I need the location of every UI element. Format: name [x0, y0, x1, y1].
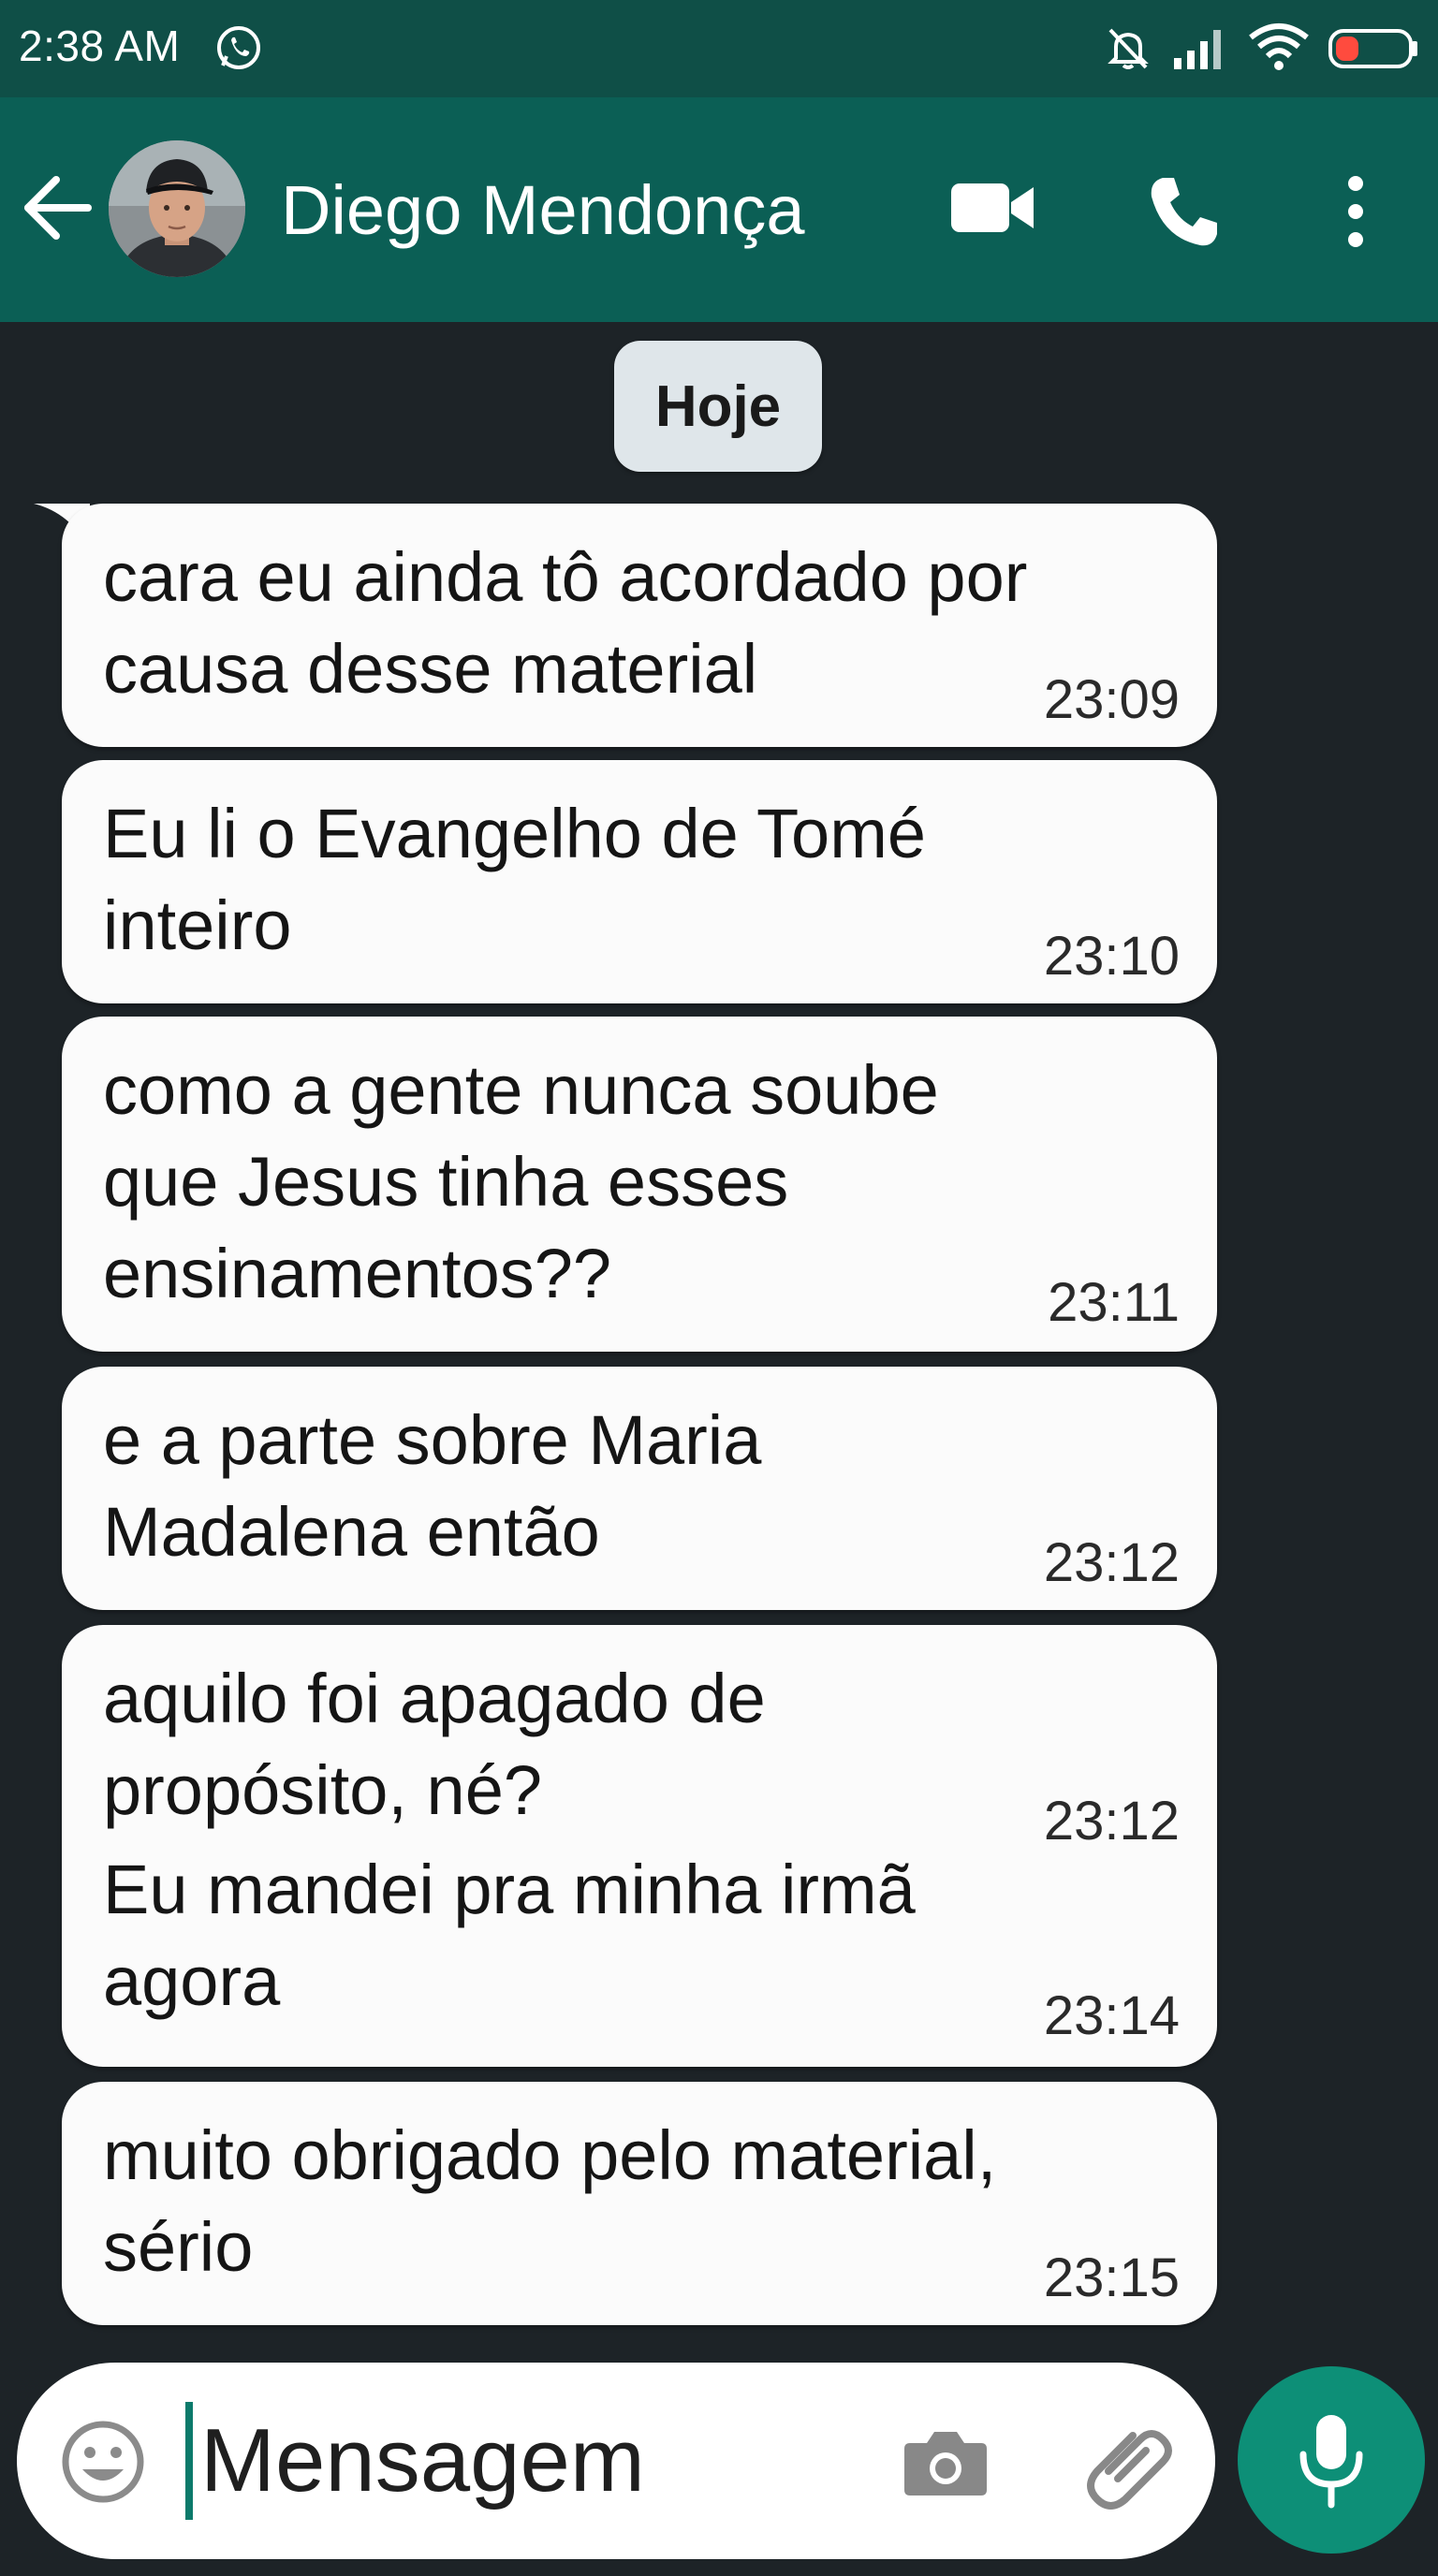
message-text: aquilo foi apagado de	[103, 1660, 766, 1737]
contact-name[interactable]: Diego Mendonça	[281, 170, 804, 250]
avatar-photo	[109, 140, 245, 277]
more-options-icon[interactable]	[1335, 172, 1376, 251]
text-cursor	[185, 2402, 193, 2520]
chat-screen: 2:38 AM Diego Mendonça Hoje cara eu aind…	[0, 0, 1438, 2576]
attach-icon[interactable]	[1080, 2413, 1185, 2518]
message-text: Eu mandei pra minha irmã	[103, 1851, 916, 1928]
video-call-icon[interactable]	[946, 174, 1039, 242]
whatsapp-icon	[217, 26, 260, 69]
message-text: inteiro	[103, 886, 292, 964]
message-composer	[17, 2363, 1215, 2559]
status-bar: 2:38 AM	[0, 0, 1438, 97]
message-text: causa desse material	[103, 630, 758, 708]
message-bubble[interactable]: cara eu ainda tô acordado por causa dess…	[62, 504, 1217, 747]
message-bubble[interactable]: e a parte sobre Maria Madalena então 23:…	[62, 1367, 1217, 1610]
signal-icon	[1174, 30, 1221, 69]
back-arrow-icon[interactable]	[21, 170, 95, 245]
message-text: que Jesus tinha esses	[103, 1143, 789, 1221]
date-chip: Hoje	[614, 341, 822, 472]
status-time: 2:38 AM	[19, 22, 181, 70]
message-text: propósito, né?	[103, 1751, 543, 1829]
message-text: muito obrigado pelo material,	[103, 2116, 997, 2194]
voice-record-button[interactable]	[1238, 2366, 1425, 2554]
message-time: 23:15	[1043, 2247, 1180, 2308]
message-bubble[interactable]: como a gente nunca soube que Jesus tinha…	[62, 1017, 1217, 1352]
message-bubble[interactable]: muito obrigado pelo material, sério 23:1…	[62, 2082, 1217, 2325]
message-time: 23:12	[1043, 1791, 1180, 1852]
message-bubble[interactable]: aquilo foi apagado de propósito, né? 23:…	[62, 1625, 1217, 2067]
mute-icon	[1108, 28, 1149, 69]
message-time: 23:14	[1043, 1985, 1180, 2046]
chat-header: Diego Mendonça	[0, 97, 1438, 322]
voice-call-icon[interactable]	[1144, 172, 1223, 251]
message-time: 23:11	[1048, 1272, 1180, 1333]
message-text: Eu li o Evangelho de Tomé	[103, 795, 927, 872]
message-text: agora	[103, 1942, 281, 2020]
message-text: como a gente nunca soube	[103, 1051, 939, 1129]
mic-icon	[1299, 2415, 1363, 2509]
avatar[interactable]	[109, 140, 245, 277]
wifi-icon	[1249, 23, 1309, 70]
message-time: 23:10	[1043, 926, 1180, 987]
message-input[interactable]	[200, 2409, 874, 2512]
emoji-icon[interactable]	[58, 2417, 148, 2507]
message-text: sério	[103, 2208, 254, 2286]
battery-icon	[1328, 29, 1417, 68]
message-time: 23:12	[1043, 1532, 1180, 1593]
message-text: e a parte sobre Maria	[103, 1401, 762, 1479]
message-bubble[interactable]: Eu li o Evangelho de Tomé inteiro 23:10	[62, 760, 1217, 1003]
message-text: ensinamentos??	[103, 1235, 612, 1312]
message-text: cara eu ainda tô acordado por	[103, 538, 1028, 616]
message-text: Madalena então	[103, 1493, 600, 1571]
camera-icon[interactable]	[899, 2415, 992, 2509]
message-time: 23:09	[1043, 669, 1180, 730]
